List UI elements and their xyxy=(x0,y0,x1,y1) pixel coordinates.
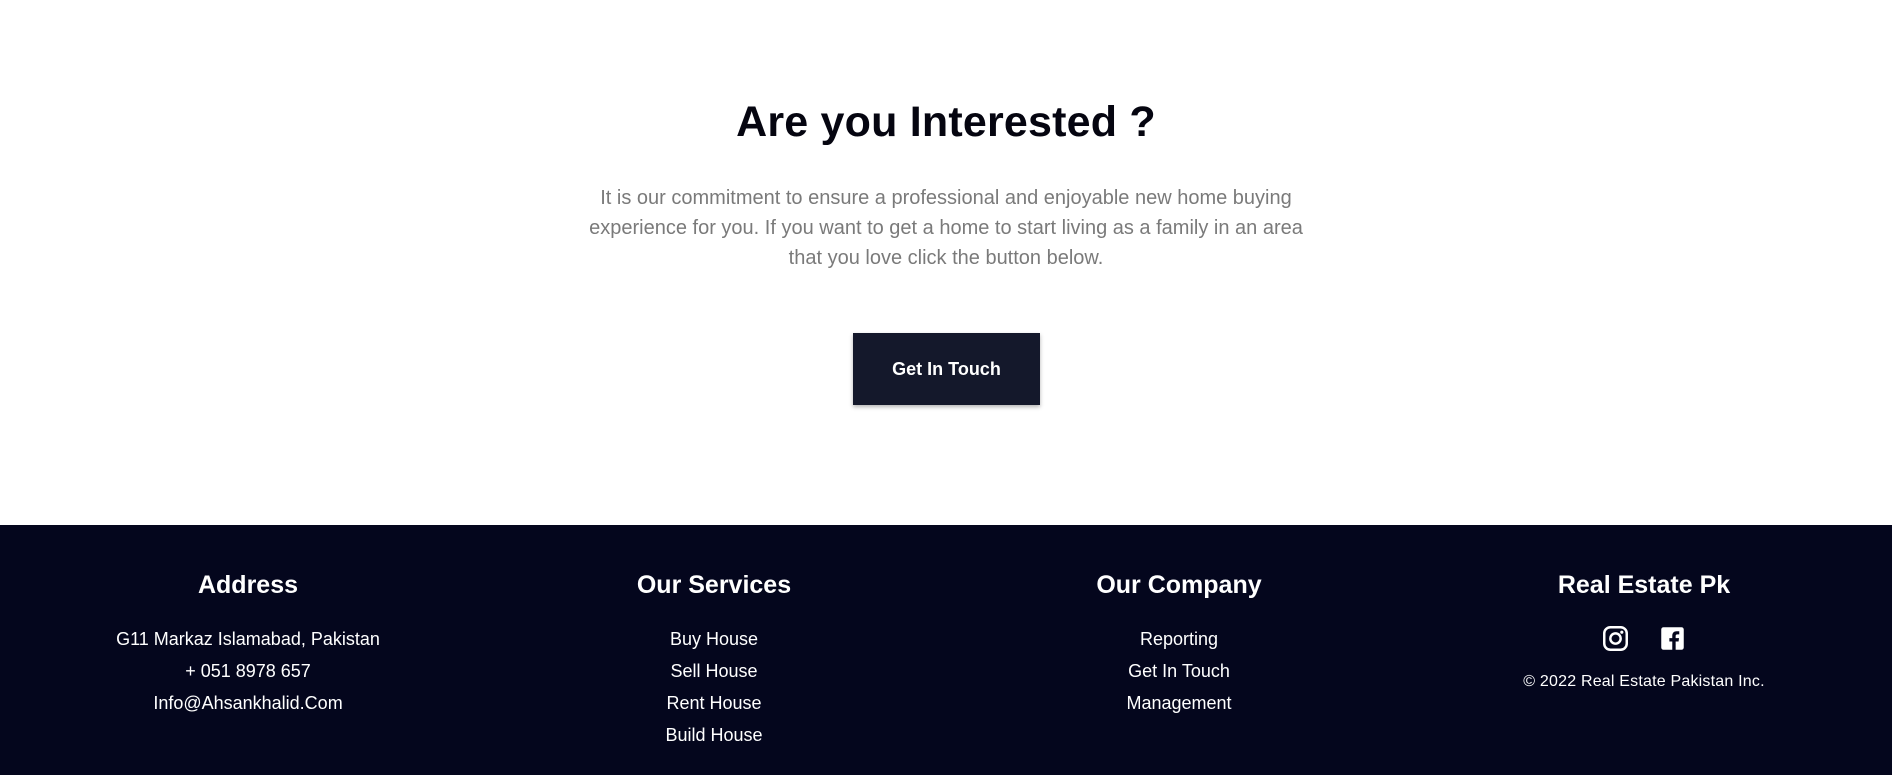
facebook-icon[interactable] xyxy=(1659,625,1686,652)
services-list: Buy House Sell House Rent House Build Ho… xyxy=(504,623,924,751)
company-link-reporting[interactable]: Reporting xyxy=(1140,629,1218,649)
list-item: Get In Touch xyxy=(969,655,1389,687)
copyright-text: © 2022 Real Estate Pakistan Inc. xyxy=(1523,673,1765,690)
section-title: Are you Interested ? xyxy=(736,98,1156,146)
list-item: Rent House xyxy=(504,687,924,719)
brand-title: Real Estate Pk xyxy=(1557,571,1731,599)
email-line: Info@Ahsankhalid.Com xyxy=(153,693,343,713)
service-link-sell-house[interactable]: Sell House xyxy=(670,661,757,681)
phone-line: + 051 8978 657 xyxy=(185,661,311,681)
company-list: Reporting Get In Touch Management xyxy=(969,623,1389,719)
company-link-management[interactable]: Management xyxy=(1126,693,1231,713)
instagram-icon[interactable] xyxy=(1602,625,1629,652)
section-description: It is our commitment to ensure a profess… xyxy=(589,187,1303,269)
address-line: G11 Markaz Islamabad, Pakistan xyxy=(116,629,380,649)
company-title: Our Company xyxy=(1096,571,1262,599)
service-link-rent-house[interactable]: Rent House xyxy=(666,693,761,713)
service-link-buy-house[interactable]: Buy House xyxy=(670,629,758,649)
address-list: G11 Markaz Islamabad, Pakistan + 051 897… xyxy=(38,623,458,719)
list-item: Sell House xyxy=(504,655,924,687)
site-footer: Address G11 Markaz Islamabad, Pakistan +… xyxy=(0,525,1892,775)
service-link-build-house[interactable]: Build House xyxy=(665,725,762,745)
company-link-get-in-touch[interactable]: Get In Touch xyxy=(1128,661,1230,681)
social-links xyxy=(1434,625,1854,652)
address-title: Address xyxy=(197,571,299,599)
interest-section: Are you Interested ? It is our commitmen… xyxy=(0,0,1892,525)
list-item: Reporting xyxy=(969,623,1389,655)
list-item: Management xyxy=(969,687,1389,719)
get-in-touch-button[interactable]: Get In Touch xyxy=(853,333,1040,405)
services-title: Our Services xyxy=(636,571,792,599)
list-item: Buy House xyxy=(504,623,924,655)
list-item: Build House xyxy=(504,719,924,751)
